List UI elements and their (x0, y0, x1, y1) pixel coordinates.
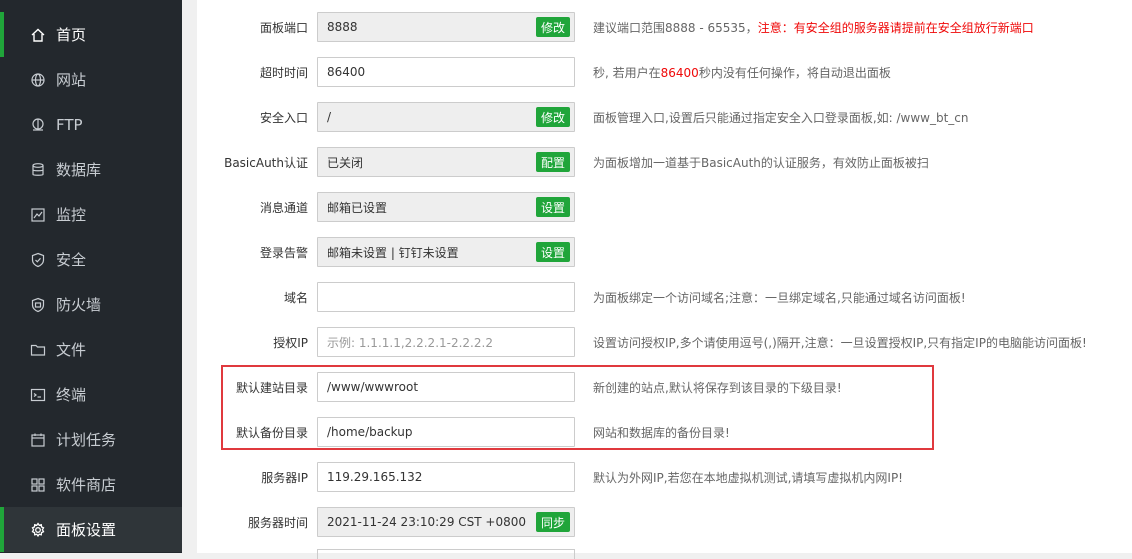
server-time-value: 2021-11-24 23:10:29 CST +0800 (327, 515, 526, 529)
setting-label: 登录告警 (259, 245, 308, 260)
sidebar-item-label: 监控 (56, 206, 87, 224)
highlight-box (221, 365, 934, 450)
timeout-hint-pre: 秒, 若用户在 (593, 65, 661, 80)
sidebar-item-label: 软件商店 (56, 476, 117, 494)
globe-icon (30, 72, 46, 88)
timeout-value: 86400 (327, 65, 366, 79)
sidebar-item-label: 防火墙 (56, 296, 102, 314)
edit-port-button[interactable]: 修改 (535, 17, 570, 37)
message-channel-value: 邮箱已设置 (327, 200, 388, 215)
setting-row-auth-ip: 授权IP 示例: 1.1.1.1,2.2.2.1-2.2.2.2 设置访问授权I… (197, 326, 1132, 358)
sidebar-item-files[interactable]: 文件 (0, 327, 182, 372)
sidebar-item-label: FTP (56, 115, 83, 134)
setting-row-panel-port: 面板端口 8888 修改 建议端口范围8888 - 65535，注意：有安全组的… (197, 11, 1132, 43)
setting-hint: 面板管理入口,设置后只能通过指定安全入口登录面板,如: /www_bt_cn (593, 110, 969, 125)
sidebar-item-database[interactable]: 数据库 (0, 147, 182, 192)
setting-row-timeout: 超时时间 86400 秒, 若用户在86400秒内没有任何操作，将自动退出面板 (197, 56, 1132, 88)
terminal-icon (30, 387, 46, 403)
setting-label: 面板端口 (259, 20, 308, 35)
home-icon (30, 27, 46, 43)
sidebar-item-label: 终端 (56, 386, 87, 404)
setting-row-domain: 域名 为面板绑定一个访问域名;注意：一旦绑定域名,只能通过域名访问面板! (197, 281, 1132, 313)
sidebar-item-label: 文件 (56, 341, 87, 359)
shield-icon (30, 252, 46, 268)
port-warning-text: 注意：有安全组的服务器请提前在安全组放行新端口 (757, 20, 1034, 35)
setting-label: 消息通道 (259, 200, 308, 215)
setting-label: 服务器时间 (247, 515, 308, 530)
security-entry-field: / 修改 (317, 102, 575, 132)
domain-input[interactable] (317, 282, 575, 312)
edit-security-entry-button[interactable]: 修改 (535, 107, 570, 127)
next-setting-field[interactable] (317, 549, 575, 559)
timeout-hint-post: 秒内没有任何操作，将自动退出面板 (698, 65, 891, 80)
sidebar-item-label: 数据库 (56, 161, 102, 179)
server-ip-input[interactable]: 119.29.165.132 (317, 462, 575, 492)
setting-row-security-entry: 安全入口 / 修改 面板管理入口,设置后只能通过指定安全入口登录面板,如: /w… (197, 101, 1132, 133)
setting-label: 授权IP (273, 335, 308, 350)
sidebar-item-ftp[interactable]: FTP (0, 102, 182, 147)
sidebar-item-label: 面板设置 (56, 521, 117, 539)
auth-ip-input[interactable]: 示例: 1.1.1.1,2.2.2.1-2.2.2.2 (317, 327, 575, 357)
setting-hint: 为面板绑定一个访问域名;注意：一旦绑定域名,只能通过域名访问面板! (593, 290, 966, 305)
sidebar-item-terminal[interactable]: 终端 (0, 372, 182, 417)
setting-hint: 建议端口范围8888 - 65535，注意：有安全组的服务器请提前在安全组放行新… (593, 19, 1034, 36)
sidebar-item-firewall[interactable]: 防火墙 (0, 282, 182, 327)
port-hint-text: 建议端口范围8888 - 65535， (593, 20, 758, 35)
message-channel-settings-button[interactable]: 设置 (535, 197, 570, 217)
sidebar-item-monitor[interactable]: 监控 (0, 192, 182, 237)
sidebar-item-security[interactable]: 安全 (0, 237, 182, 282)
setting-hint: 为面板增加一道基于BasicAuth的认证服务，有效防止面板被扫 (593, 155, 929, 170)
folder-icon (30, 342, 46, 358)
auth-ip-placeholder: 示例: 1.1.1.1,2.2.2.1-2.2.2.2 (327, 335, 493, 350)
setting-label: 服务器IP (261, 470, 308, 485)
panel-port-field: 8888 修改 (317, 12, 575, 42)
basic-auth-value: 已关闭 (327, 155, 364, 170)
timeout-hint-value: 86400 (660, 65, 699, 80)
login-alert-settings-button[interactable]: 设置 (535, 242, 570, 262)
setting-row-login-alert: 登录告警 邮箱未设置 | 钉钉未设置 设置 (197, 236, 1132, 268)
configure-basic-auth-button[interactable]: 配置 (535, 152, 570, 172)
setting-row-server-ip: 服务器IP 119.29.165.132 默认为外网IP,若您在本地虚拟机测试,… (197, 461, 1132, 493)
sidebar-item-cron[interactable]: 计划任务 (0, 417, 182, 462)
nav-accent-bar (0, 507, 4, 552)
sidebar-item-label: 首页 (56, 26, 87, 44)
setting-label: 安全入口 (259, 110, 308, 125)
login-alert-value: 邮箱未设置 | 钉钉未设置 (327, 245, 459, 260)
gear-icon (30, 521, 46, 538)
setting-row-server-time: 服务器时间 2021-11-24 23:10:29 CST +0800 同步 (197, 506, 1132, 538)
database-icon (30, 162, 46, 178)
sidebar: 首页 网站 FTP 数据库 监控 安全 防火墙 文件 终端 计划任务 软件商店 … (0, 0, 182, 553)
setting-label: BasicAuth认证 (224, 155, 308, 170)
sync-time-button[interactable]: 同步 (535, 512, 570, 532)
server-ip-value: 119.29.165.132 (327, 470, 423, 484)
setting-label: 超时时间 (259, 65, 308, 80)
monitor-icon (30, 207, 46, 223)
server-time-field: 2021-11-24 23:10:29 CST +0800 同步 (317, 507, 575, 537)
nav-accent-bar (0, 12, 4, 57)
calendar-icon (30, 432, 46, 448)
basic-auth-field: 已关闭 配置 (317, 147, 575, 177)
ftp-icon (30, 117, 46, 133)
sidebar-item-label: 计划任务 (56, 431, 117, 449)
sidebar-item-website[interactable]: 网站 (0, 57, 182, 102)
message-channel-field: 邮箱已设置 设置 (317, 192, 575, 222)
security-entry-value: / (327, 110, 332, 124)
sidebar-item-app-store[interactable]: 软件商店 (0, 462, 182, 507)
setting-hint: 设置访问授权IP,多个请使用逗号(,)隔开,注意：一旦设置授权IP,只有指定IP… (593, 335, 1087, 350)
sidebar-item-panel-settings[interactable]: 面板设置 (0, 507, 182, 552)
setting-hint: 默认为外网IP,若您在本地虚拟机测试,请填写虚拟机内网IP! (593, 470, 903, 485)
panel-port-value: 8888 (327, 20, 358, 34)
sidebar-item-label: 网站 (56, 71, 87, 89)
setting-label: 域名 (283, 290, 308, 305)
setting-hint: 秒, 若用户在86400秒内没有任何操作，将自动退出面板 (593, 64, 891, 81)
setting-row-message-channel: 消息通道 邮箱已设置 设置 (197, 191, 1132, 223)
login-alert-field: 邮箱未设置 | 钉钉未设置 设置 (317, 237, 575, 267)
firewall-icon (30, 297, 46, 313)
sidebar-item-home[interactable]: 首页 (0, 12, 182, 57)
timeout-input[interactable]: 86400 (317, 57, 575, 87)
apps-icon (30, 477, 46, 493)
settings-panel: 面板端口 8888 修改 建议端口范围8888 - 65535，注意：有安全组的… (197, 0, 1132, 559)
setting-row-basic-auth: BasicAuth认证 已关闭 配置 为面板增加一道基于BasicAuth的认证… (197, 146, 1132, 178)
sidebar-item-label: 安全 (56, 251, 87, 269)
